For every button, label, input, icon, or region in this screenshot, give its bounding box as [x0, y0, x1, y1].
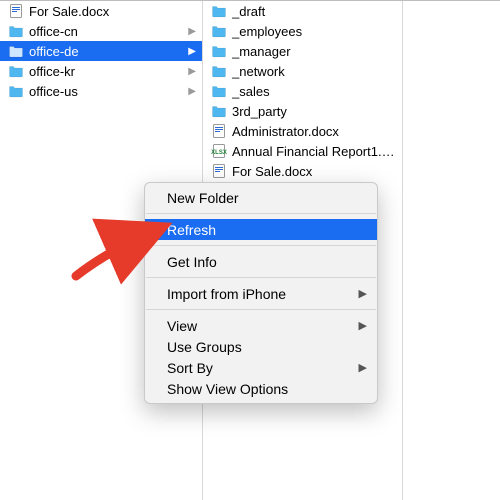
folder-icon [211, 103, 227, 119]
file-label: _network [232, 64, 396, 79]
folder-icon [8, 43, 24, 59]
folder-icon [8, 63, 24, 79]
menu-item-label: Import from iPhone [167, 286, 286, 302]
file-label: _manager [232, 44, 396, 59]
folder-icon [211, 43, 227, 59]
menu-item[interactable]: View ▶ [145, 315, 377, 336]
column-empty [403, 1, 500, 500]
file-label: _draft [232, 4, 396, 19]
file-label: office-kr [29, 64, 186, 79]
chevron-right-icon: ▶ [186, 66, 196, 77]
chevron-right-icon: ▶ [186, 86, 196, 97]
menu-item[interactable]: New Folder [145, 187, 377, 208]
chevron-right-icon: ▶ [186, 46, 196, 57]
menu-separator [146, 245, 376, 246]
menu-item-label: Sort By [167, 360, 213, 376]
context-menu[interactable]: New Folder Refresh Get Info Import from iPh… [144, 182, 378, 404]
file-row[interactable]: For Sale.docx [203, 161, 402, 181]
menu-item[interactable]: Show View Options [145, 378, 377, 399]
folder-icon [8, 23, 24, 39]
menu-separator [146, 309, 376, 310]
chevron-right-icon: ▶ [359, 361, 367, 374]
chevron-right-icon: ▶ [359, 287, 367, 300]
file-label: office-cn [29, 24, 186, 39]
menu-item-label: Use Groups [167, 339, 242, 355]
chevron-right-icon: ▶ [359, 319, 367, 332]
menu-item-label: Get Info [167, 254, 217, 270]
file-row[interactable]: _network [203, 61, 402, 81]
docx-icon [211, 123, 227, 139]
file-row[interactable]: _manager [203, 41, 402, 61]
docx-icon [211, 163, 227, 179]
menu-separator [146, 213, 376, 214]
file-label: office-de [29, 44, 186, 59]
chevron-right-icon: ▶ [186, 26, 196, 37]
file-label: 3rd_party [232, 104, 396, 119]
folder-icon [211, 83, 227, 99]
file-label: _employees [232, 24, 396, 39]
menu-item[interactable]: Use Groups [145, 336, 377, 357]
docx-icon [8, 3, 24, 19]
file-row[interactable]: office-cn▶ [0, 21, 202, 41]
xlsx-icon: XLSX [211, 143, 227, 159]
file-row[interactable]: office-kr▶ [0, 61, 202, 81]
folder-icon [211, 3, 227, 19]
folder-icon [8, 83, 24, 99]
menu-item-label: Show View Options [167, 381, 288, 397]
menu-item-label: View [167, 318, 197, 334]
menu-item[interactable]: Refresh [145, 219, 377, 240]
file-row[interactable]: 3rd_party [203, 101, 402, 121]
file-label: Administrator.docx [232, 124, 396, 139]
refresh-icon [149, 222, 165, 238]
file-label: For Sale.docx [29, 4, 196, 19]
file-label: office-us [29, 84, 186, 99]
folder-icon [211, 63, 227, 79]
file-row[interactable]: office-us▶ [0, 81, 202, 101]
menu-item-label: Refresh [167, 222, 216, 238]
file-row[interactable]: _employees [203, 21, 402, 41]
file-row[interactable]: office-de▶ [0, 41, 202, 61]
menu-item[interactable]: Import from iPhone ▶ [145, 283, 377, 304]
file-row[interactable]: Administrator.docx [203, 121, 402, 141]
file-label: Annual Financial Report1.xlsx [232, 144, 396, 159]
file-row[interactable]: XLSX Annual Financial Report1.xlsx [203, 141, 402, 161]
svg-text:XLSX: XLSX [211, 150, 227, 156]
menu-item[interactable]: Get Info [145, 251, 377, 272]
file-label: For Sale.docx [232, 164, 396, 179]
menu-item-label: New Folder [167, 190, 239, 206]
folder-icon [211, 23, 227, 39]
menu-item[interactable]: Sort By ▶ [145, 357, 377, 378]
file-row[interactable]: For Sale.docx [0, 1, 202, 21]
file-label: _sales [232, 84, 396, 99]
file-row[interactable]: _draft [203, 1, 402, 21]
menu-separator [146, 277, 376, 278]
file-row[interactable]: _sales [203, 81, 402, 101]
